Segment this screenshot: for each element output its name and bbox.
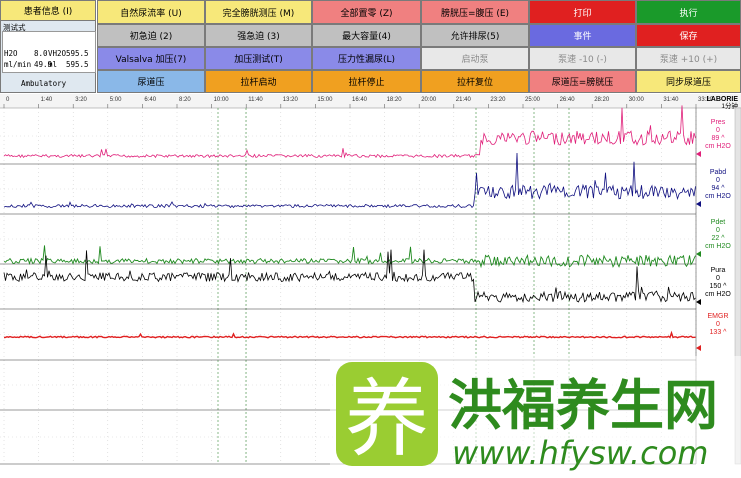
channel-unit: cm H2O: [705, 243, 731, 250]
channel-max: 150 ^: [710, 283, 728, 290]
timeline-tick-label: 30:00: [629, 97, 645, 103]
timeline-tick-label: 8:20: [179, 97, 191, 103]
toolbar-button-row4-4[interactable]: 拉杆复位: [421, 70, 529, 93]
toolbar-button-row4-2[interactable]: 拉杆启动: [205, 70, 312, 93]
channel-name-pabd: Pabd: [710, 169, 726, 176]
channel-zero-marker-icon: [696, 345, 701, 351]
channel-name-pdet: Pdet: [711, 219, 725, 226]
readout-r1-unit: VH2O: [48, 49, 67, 58]
timeline-tick-label: 18:20: [387, 97, 403, 103]
toolbar-button-row3-3[interactable]: 压力性漏尿(L): [312, 47, 421, 70]
readout-r1-mid: 8.0: [34, 49, 48, 58]
readout-r1-left: H2O: [4, 49, 18, 58]
channel-max: 94 ^: [711, 185, 725, 192]
timeline-tick-label: 25:00: [525, 97, 541, 103]
timeline-tick-label: 26:40: [560, 97, 576, 103]
channel-name-pura: Pura: [711, 267, 726, 274]
toolbar-button-row3-4[interactable]: 启动泵: [421, 47, 529, 70]
channel-value: 0: [716, 177, 720, 184]
timeline-tick-label: 16:40: [352, 97, 368, 103]
toolbar-button-row1-6[interactable]: 执行: [636, 0, 741, 24]
timeline-tick-label: 1:40: [41, 97, 53, 103]
watermark-text: 洪福养生网: [448, 374, 718, 437]
readout-box: H2O 8.0 VH2O 595.5 ml/min 49.9 ml 595.5: [2, 31, 96, 73]
watermark-url: www.hfysw.com: [452, 434, 708, 472]
channel-zero-marker-icon: [696, 251, 701, 257]
channel-name-pres: Pres: [711, 119, 726, 126]
channel-name-emgr: EMGR: [708, 313, 729, 320]
patient-info-button[interactable]: 患者信息 (I): [1, 1, 95, 21]
toolbar-button-row2-5[interactable]: 事件: [529, 24, 636, 47]
timeline-tick-label: 10:00: [214, 97, 230, 103]
timeline-tick-label: 3:20: [75, 97, 87, 103]
toolbar-button-row4-1[interactable]: 尿道压: [97, 70, 205, 93]
channel-value: 0: [716, 275, 720, 282]
channel-zero-marker-icon: [696, 151, 701, 157]
channel-zero-marker-icon: [696, 299, 701, 305]
channel-max: 22 ^: [711, 235, 725, 242]
toolbar-button-row4-6[interactable]: 同步尿道压: [636, 70, 741, 93]
timeline-tick-label: 20:00: [421, 97, 437, 103]
readout-r1-right: 595.5: [66, 49, 89, 58]
toolbar-button-row2-2[interactable]: 强急迫 (3): [205, 24, 312, 47]
trace-pres: [3, 105, 696, 159]
toolbar-button-row4-3[interactable]: 拉杆停止: [312, 70, 421, 93]
channel-max: 89 ^: [711, 135, 725, 142]
toolbar-button-row3-6[interactable]: 泵速 +10 (+): [636, 47, 741, 70]
channel-unit: cm H2O: [705, 193, 731, 200]
toolbar-button-row3-1[interactable]: Valsalva 加压(7): [97, 47, 205, 70]
timeline-tick-label: 13:20: [283, 97, 299, 103]
toolbar-button-row3-2[interactable]: 加压测试(T): [205, 47, 312, 70]
toolbar-button-row2-3[interactable]: 最大容量(4): [312, 24, 421, 47]
channel-value: 0: [716, 127, 720, 134]
toolbar-button-row1-1[interactable]: 自然尿流率 (U): [97, 0, 205, 24]
readout-r2-left: ml/min: [4, 60, 32, 69]
laborie-brand: LABORIE: [707, 96, 739, 103]
timeline-tick-label: 23:20: [490, 97, 506, 103]
watermark: 养 洪福养生网 www.hfysw.com: [330, 356, 741, 474]
readout-r2-unit: ml: [48, 60, 58, 69]
channel-zero-marker-icon: [696, 201, 701, 207]
toolbar-button-row2-6[interactable]: 保存: [636, 24, 741, 47]
toolbar-button-row4-5[interactable]: 尿道压=膀胱压: [529, 70, 636, 93]
channel-value: 0: [716, 227, 720, 234]
toolbar-button-row1-2[interactable]: 完全膀胱测压 (M): [205, 0, 312, 24]
timeline-tick-label: 11:40: [248, 97, 263, 103]
channel-max: 133 ^: [710, 329, 728, 336]
toolbar-button-row1-4[interactable]: 膀胱压=腹压 (E): [421, 0, 529, 24]
timeline-tick-label: 21:40: [456, 97, 472, 103]
trace-pura: [3, 249, 696, 304]
timeline-tick-label: 6:40: [144, 97, 156, 103]
readout-r2-right: 595.5: [66, 60, 89, 69]
toolbar-button-row3-5[interactable]: 泵速 -10 (-): [529, 47, 636, 70]
timeline-tick-label: 15:00: [317, 97, 333, 103]
timeline-tick-label: 28:20: [594, 97, 610, 103]
timeline-tick-label: 31:40: [663, 97, 679, 103]
trace-emgr: [3, 330, 696, 339]
timeline-tick-label: 5:00: [110, 97, 122, 103]
toolbar-button-row1-3[interactable]: 全部置零 (Z): [312, 0, 421, 24]
channel-unit: cm H2O: [705, 291, 731, 298]
toolbar-button-row1-5[interactable]: 打印: [529, 0, 636, 24]
toolbar-button-row2-1[interactable]: 初急迫 (2): [97, 24, 205, 47]
channel-value: 0: [716, 321, 720, 328]
ambulatory-label: Ambulatory: [21, 79, 67, 88]
watermark-logo-char: 养: [345, 370, 429, 468]
toolbar-button-row2-4[interactable]: 允许排尿(5): [421, 24, 529, 47]
channel-unit: cm H2O: [705, 143, 731, 150]
patient-panel: 患者信息 (I) 测试式 H2O 8.0 VH2O 595.5 ml/min 4…: [0, 0, 96, 93]
